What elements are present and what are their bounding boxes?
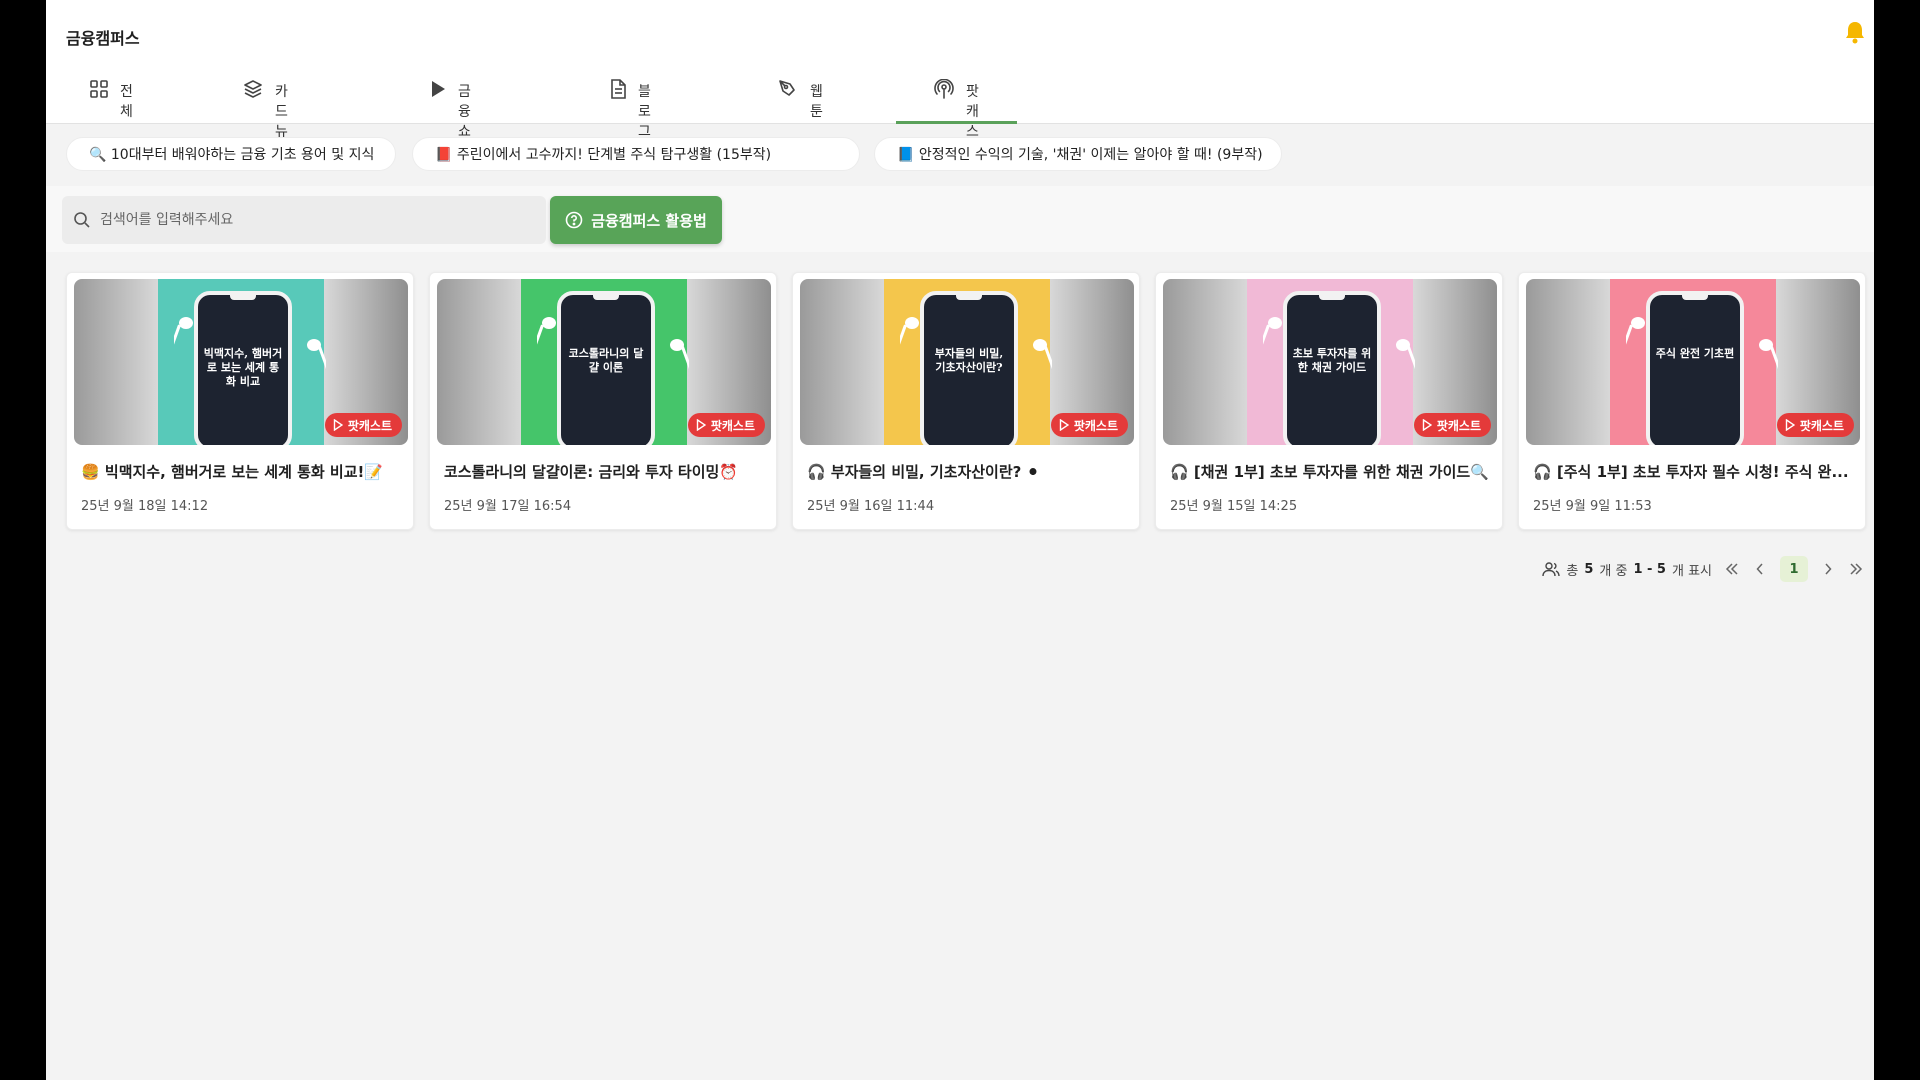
podcast-card[interactable]: 초보 투자자를 위한 채권 가이드 팟캐스트 🎧 [채권 1부] 초보 투자자를…: [1155, 272, 1503, 530]
play-icon: [1785, 419, 1795, 431]
pagination: 총5 개 중 1 - 5 개 표시 1: [1542, 556, 1864, 582]
pagination-mid: 개 중: [1599, 563, 1628, 579]
card-thumbnail: 주식 완전 기초편 팟캐스트: [1526, 279, 1860, 445]
podcast-card[interactable]: 코스톨라니의 달걀 이론 팟캐스트 코스톨라니의 달걀이론: 금리와 투자 타이…: [429, 272, 777, 530]
search-icon: [74, 212, 90, 228]
thumbnail-text: 주식 완전 기초편: [1655, 347, 1735, 360]
badge-label: 팟캐스트: [1799, 418, 1844, 433]
card-thumbnail: 코스톨라니의 달걀 이론 팟캐스트: [437, 279, 771, 445]
podcast-badge: 팟캐스트: [687, 413, 765, 437]
tab-label: 웹툰: [810, 84, 823, 120]
pagination-total: 5: [1584, 561, 1594, 577]
tab-card-news[interactable]: 카드 뉴스: [243, 78, 290, 160]
card-title: 🎧 부자들의 비밀, 기초자산이란? ⚫: [807, 463, 1040, 481]
card-date: 25년 9월 16일 11:44: [807, 499, 935, 514]
phone-graphic: 초보 투자자를 위한 채권 가이드: [1283, 291, 1381, 445]
next-page-icon[interactable]: [1820, 561, 1836, 577]
document-icon: [610, 78, 626, 100]
app-window: 금융캠퍼스 전체 카드 뉴스: [46, 0, 1874, 1080]
badge-label: 팟캐스트: [1073, 418, 1118, 433]
card-title: 🎧 [채권 1부] 초보 투자자를 위한 채권 가이드🔍: [1170, 463, 1489, 481]
podcast-badge: 팟캐스트: [1050, 413, 1128, 437]
first-page-icon[interactable]: [1724, 561, 1740, 577]
pen-tool-icon: [778, 78, 798, 100]
chip-basic-finance[interactable]: 🔍 10대부터 배워야하는 금융 기초 용어 및 지식: [66, 137, 396, 171]
play-icon: [696, 419, 706, 431]
badge-label: 팟캐스트: [710, 418, 755, 433]
earbud-icon: [1396, 339, 1415, 370]
play-icon: [430, 78, 446, 100]
earbud-icon: [307, 339, 326, 370]
thumbnail-text: 초보 투자자를 위한 채권 가이드: [1292, 347, 1372, 374]
header: 금융캠퍼스 전체 카드 뉴스: [46, 0, 1874, 160]
chip-bond-series[interactable]: 📘 안정적인 수익의 기술, '채권' 이제는 알아야 할 때! (9부작): [874, 137, 1282, 171]
help-circle-icon: [565, 211, 583, 229]
search-toolbar: 금융캠퍼스 활용법: [46, 186, 1874, 252]
card-thumbnail: 초보 투자자를 위한 채권 가이드 팟캐스트: [1163, 279, 1497, 445]
card-title: 🎧 [주식 1부] 초보 투자자 필수 시청! 주식 완...: [1533, 463, 1849, 481]
card-date: 25년 9월 15일 14:25: [1170, 499, 1298, 514]
pagination-range: 1 - 5: [1633, 561, 1666, 577]
card-date: 25년 9월 18일 14:12: [81, 499, 209, 514]
podcast-badge: 팟캐스트: [1413, 413, 1491, 437]
page-number-current[interactable]: 1: [1780, 556, 1808, 582]
card-date: 25년 9월 17일 16:54: [444, 499, 572, 514]
card-title: 🍔 빅맥지수, 햄버거로 보는 세계 통화 비교!📝: [81, 463, 384, 481]
pagination-suffix: 개 표시: [1671, 563, 1712, 579]
badge-label: 팟캐스트: [347, 418, 392, 433]
earbud-icon: [1626, 317, 1645, 349]
guide-button-label: 금융캠퍼스 활용법: [591, 211, 707, 230]
app-title: 금융캠퍼스: [66, 29, 140, 48]
podcast-card[interactable]: 빅맥지수, 햄버거로 보는 세계 통화 비교 팟캐스트 🍔 빅맥지수, 햄버거로…: [66, 272, 414, 530]
card-thumbnail: 빅맥지수, 햄버거로 보는 세계 통화 비교 팟캐스트: [74, 279, 408, 445]
search-box[interactable]: [62, 196, 546, 244]
tab-all[interactable]: 전체: [90, 78, 137, 124]
podcast-card[interactable]: 주식 완전 기초편 팟캐스트 🎧 [주식 1부] 초보 투자자 필수 시청! 주…: [1518, 272, 1866, 530]
earbud-icon: [1759, 339, 1778, 370]
card-title: 코스톨라니의 달걀이론: 금리와 투자 타이밍⏰: [444, 463, 738, 481]
tab-podcast[interactable]: 팟캐스트: [896, 78, 1017, 160]
phone-graphic: 부자들의 비밀, 기초자산이란?: [920, 291, 1018, 445]
badge-label: 팟캐스트: [1436, 418, 1481, 433]
play-icon: [1422, 419, 1432, 431]
podcast-badge: 팟캐스트: [1776, 413, 1854, 437]
prev-page-icon[interactable]: [1752, 561, 1768, 577]
earbud-icon: [174, 317, 193, 349]
bell-icon[interactable]: [1844, 20, 1866, 44]
thumbnail-text: 부자들의 비밀, 기초자산이란?: [934, 347, 1004, 374]
earbud-icon: [670, 339, 689, 370]
guide-button[interactable]: 금융캠퍼스 활용법: [550, 196, 722, 244]
tab-webtoon[interactable]: 웹툰: [778, 78, 825, 124]
thumbnail-text: 빅맥지수, 햄버거로 보는 세계 통화 비교: [203, 347, 283, 388]
earbud-icon: [1263, 317, 1282, 349]
search-input[interactable]: [100, 212, 520, 228]
play-icon: [1059, 419, 1069, 431]
earbud-icon: [1033, 339, 1052, 370]
tab-shorts[interactable]: 금융쇼츠: [430, 78, 477, 160]
layers-icon: [243, 78, 263, 100]
card-date: 25년 9월 9일 11:53: [1533, 499, 1652, 514]
tab-label: 전체: [120, 84, 133, 120]
podcast-badge: 팟캐스트: [324, 413, 402, 437]
phone-graphic: 코스톨라니의 달걀 이론: [557, 291, 655, 445]
phone-graphic: 빅맥지수, 햄버거로 보는 세계 통화 비교: [194, 291, 292, 445]
pagination-summary: 총5 개 중 1 - 5 개 표시: [1542, 560, 1712, 579]
grid-icon: [90, 78, 108, 100]
play-icon: [333, 419, 343, 431]
chip-stock-series[interactable]: 📕 주린이에서 고수까지! 단계별 주식 탐구생활 (15부작): [412, 137, 860, 171]
thumbnail-text: 코스톨라니의 달걀 이론: [568, 347, 644, 374]
earbud-icon: [537, 317, 556, 349]
users-icon: [1542, 562, 1561, 577]
card-thumbnail: 부자들의 비밀, 기초자산이란? 팟캐스트: [800, 279, 1134, 445]
last-page-icon[interactable]: [1848, 561, 1864, 577]
pagination-prefix: 총: [1566, 563, 1579, 579]
podcast-card[interactable]: 부자들의 비밀, 기초자산이란? 팟캐스트 🎧 부자들의 비밀, 기초자산이란?…: [792, 272, 1140, 530]
podcast-icon: [934, 78, 954, 100]
earbud-icon: [900, 317, 919, 349]
tab-blog[interactable]: 블로그: [610, 78, 657, 140]
phone-graphic: 주식 완전 기초편: [1646, 291, 1744, 445]
tab-label: 블로그: [638, 84, 651, 140]
